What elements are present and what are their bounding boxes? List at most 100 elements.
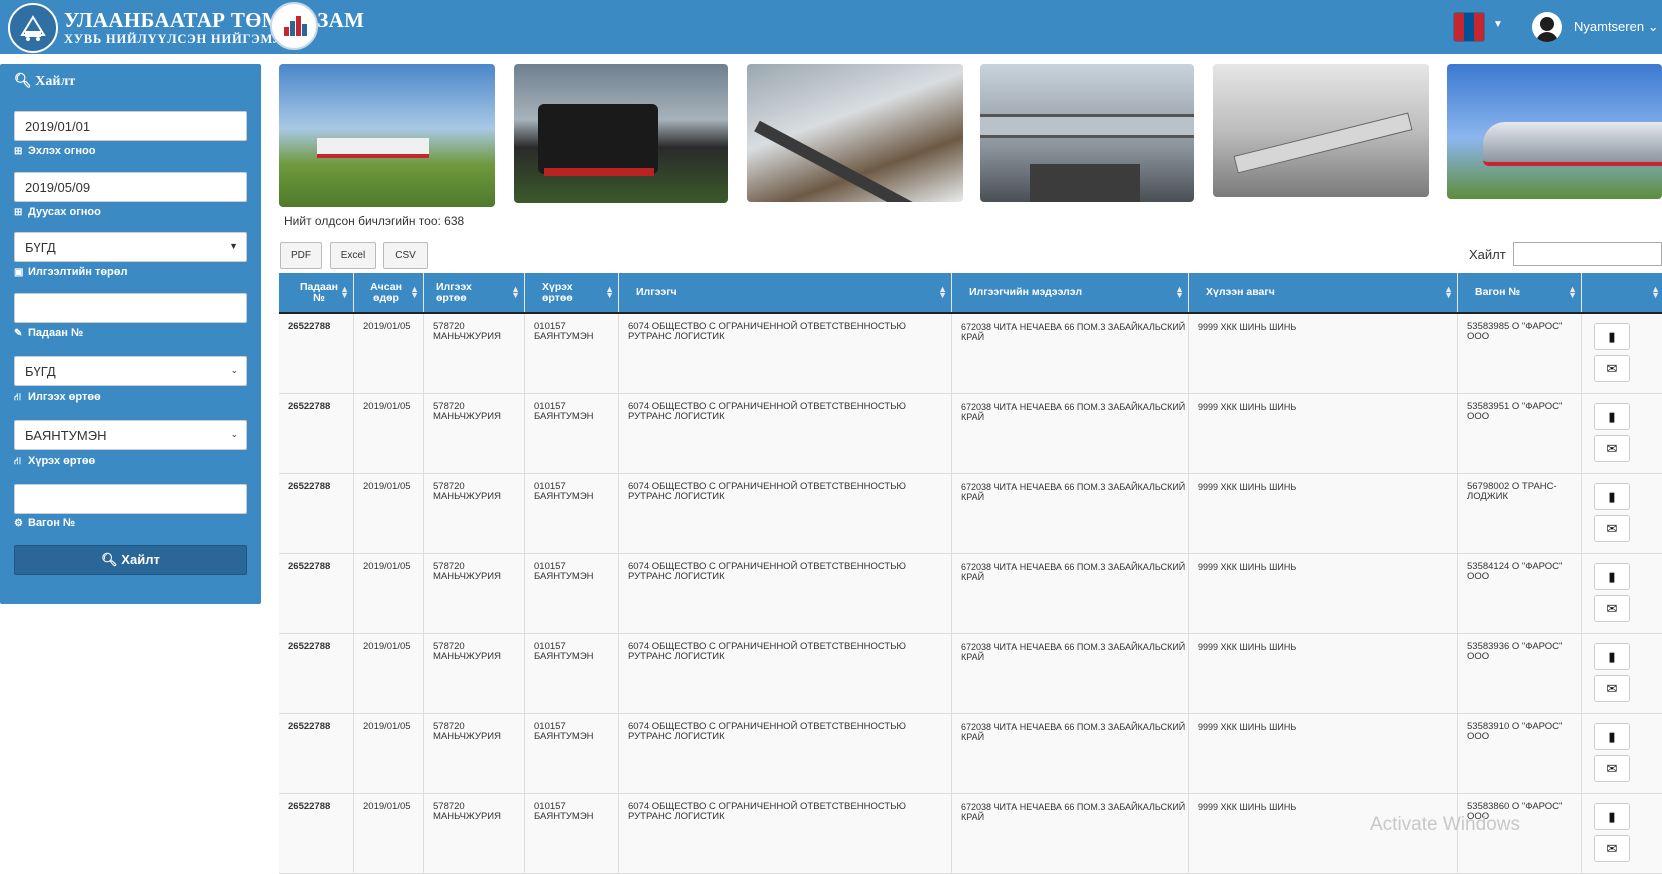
export-csv-button[interactable]: CSV — [383, 242, 428, 269]
caret-down-icon: ▼ — [229, 241, 238, 251]
table-row: 26522788 2019/01/05 578720 МАНЬЧЖУРИЯ 01015… — [279, 714, 1662, 794]
cell-to-station: 010157 БАЯНТУМЭН — [525, 314, 619, 394]
cell-wagon-no: 53583910 О "ФАРОС" ООО — [1458, 714, 1582, 794]
train-photo-6 — [1447, 64, 1662, 199]
envelope-icon[interactable]: ✉ — [1594, 595, 1630, 622]
table-header: Падаан № ▲ ▼ Ачсан өдөр ▲ ▼ Илгээх өртөө ▲ ▼ Х… — [279, 273, 1662, 314]
cell-from-station: 578720 МАНЬЧЖУРИЯ — [424, 474, 525, 554]
envelope-icon[interactable]: ✉ — [1594, 515, 1630, 542]
export-excel-button[interactable]: Excel — [330, 242, 376, 269]
document-icon[interactable]: ▮ — [1594, 723, 1630, 750]
cell-from-station: 578720 МАНЬЧЖУРИЯ — [424, 714, 525, 794]
to-station-label: ⛙ Хүрэх өртөө — [14, 455, 95, 469]
cell-receiver: 9999 ХКК ШИНЬ ШИНЬ — [1189, 314, 1458, 394]
cell-to-station: 010157 БАЯНТУМЭН — [525, 474, 619, 554]
cell-to-station: 010157 БАЯНТУМЭН — [525, 634, 619, 714]
col-header-text: Илгээгчийн мэдээлэл — [969, 286, 1082, 298]
cell-shipment-no: 26522788 — [279, 794, 354, 874]
col-header-actions[interactable]: ▲ ▼ — [1582, 273, 1662, 312]
cell-actions: ▮ ✉ — [1582, 314, 1662, 394]
result-count: Нийт олдсон бичлэгийн тоо: 638 — [284, 214, 465, 228]
user-menu[interactable]: Nyamtseren ⌄ — [1574, 19, 1659, 35]
start-date-label: ⊞ Эхлэх огноо — [14, 145, 95, 157]
envelope-icon[interactable]: ✉ — [1594, 755, 1630, 782]
document-icon[interactable]: ▮ — [1594, 403, 1630, 430]
cell-from-station: 578720 МАНЬЧЖУРИЯ — [424, 314, 525, 394]
cell-from-station: 578720 МАНЬЧЖУРИЯ — [424, 554, 525, 634]
cell-load-date: 2019/01/05 — [354, 314, 424, 394]
sort-icon: ▲ ▼ — [605, 284, 614, 300]
col-header-shipment-no[interactable]: Падаан № ▲ ▼ — [279, 273, 354, 312]
envelope-icon[interactable]: ✉ — [1594, 355, 1630, 382]
top-navbar: УЛААНБААТАР ТӨМӨР ЗАМ ХУВЬ НИЙЛҮҮЛСЭН НИ… — [0, 0, 1662, 54]
end-date-label-text: Дуусах огноо — [28, 206, 101, 218]
from-station-select[interactable]: БҮГД ⌄ — [14, 356, 247, 386]
table-row: 26522788 2019/01/05 578720 МАНЬЧЖУРИЯ 01015… — [279, 554, 1662, 634]
envelope-icon[interactable]: ✉ — [1594, 675, 1630, 702]
cell-actions: ▮ ✉ — [1582, 554, 1662, 634]
train-photo-3 — [747, 64, 963, 202]
railway-logo[interactable] — [8, 3, 58, 53]
train-photo-2 — [514, 64, 728, 203]
col-header-wagon-no[interactable]: Вагон № ▲ ▼ — [1458, 273, 1582, 312]
sort-icon: ▲ ▼ — [938, 284, 947, 300]
cell-shipment-no: 26522788 — [279, 634, 354, 714]
end-date-input[interactable]: 2019/05/09 — [14, 172, 247, 202]
start-date-input[interactable]: 2019/01/01 — [14, 111, 247, 141]
to-station-select[interactable]: БАЯНТУМЭН ⌄ — [14, 420, 247, 450]
activation-watermark: Activate Windows — [1370, 814, 1520, 835]
cell-wagon-no: 53583951 О "ФАРОС" ООО — [1458, 394, 1582, 474]
col-header-text: Падаан № — [299, 281, 339, 304]
shipment-no-input[interactable] — [14, 293, 247, 323]
cell-shipment-no: 26522788 — [279, 474, 354, 554]
cell-load-date: 2019/01/05 — [354, 474, 424, 554]
cell-from-station: 578720 МАНЬЧЖУРИЯ — [424, 634, 525, 714]
cell-actions: ▮ ✉ — [1582, 714, 1662, 794]
from-station-label-text: Илгээх өртөө — [28, 391, 101, 403]
cell-sender: 6074 ОБЩЕСТВО С ОГРАНИЧЕННОЙ ОТВЕТСТВЕНН… — [619, 314, 952, 394]
table-search-input[interactable] — [1513, 242, 1662, 266]
col-header-receiver[interactable]: Хүлээн авагч ▲ ▼ — [1189, 273, 1458, 312]
col-header-from-station[interactable]: Илгээх өртөө ▲ ▼ — [424, 273, 525, 312]
envelope-icon[interactable]: ✉ — [1594, 435, 1630, 462]
to-station-label-text: Хүрэх өртөө — [28, 455, 96, 467]
cell-from-station: 578720 МАНЬЧЖУРИЯ — [424, 794, 525, 874]
avatar[interactable] — [1532, 12, 1562, 42]
search-sidebar: 🔍︎ Хайлт 2019/01/01 ⊞ Эхлэх огноо 2019/05… — [0, 64, 261, 604]
chevron-down-icon[interactable]: ▼ — [1493, 19, 1503, 30]
cell-to-station: 010157 БАЯНТУМЭН — [525, 714, 619, 794]
cell-sender-info: 672038 ЧИТА НЕЧАЕВА 66 ПОМ.3 ЗАБАЙКАЛЬСК… — [952, 394, 1189, 474]
document-icon[interactable]: ▮ — [1594, 643, 1630, 670]
export-pdf-button[interactable]: PDF — [280, 242, 322, 269]
cell-load-date: 2019/01/05 — [354, 794, 424, 874]
cell-receiver: 9999 ХКК ШИНЬ ШИНЬ — [1189, 394, 1458, 474]
col-header-sender-info[interactable]: Илгээгчийн мэдээлэл ▲ ▼ — [952, 273, 1189, 312]
sender-type-select[interactable]: БҮГД ▼ — [14, 232, 247, 262]
brand-title: УЛААНБААТАР ТӨМӨР ЗАМ — [64, 8, 365, 32]
document-icon[interactable]: ▮ — [1594, 323, 1630, 350]
train-photo-5 — [1213, 64, 1429, 197]
cell-actions: ▮ ✉ — [1582, 394, 1662, 474]
document-icon[interactable]: ▮ — [1594, 803, 1630, 830]
cell-shipment-no: 26522788 — [279, 554, 354, 634]
col-header-load-date[interactable]: Ачсан өдөр ▲ ▼ — [354, 273, 424, 312]
language-flag-icon[interactable] — [1453, 12, 1485, 42]
cell-from-station: 578720 МАНЬЧЖУРИЯ — [424, 394, 525, 474]
wagon-no-input[interactable] — [14, 484, 247, 514]
col-header-sender[interactable]: Илгээгч ▲ ▼ — [619, 273, 952, 312]
cell-sender-info: 672038 ЧИТА НЕЧАЕВА 66 ПОМ.3 ЗАБАЙКАЛЬСК… — [952, 634, 1189, 714]
cell-wagon-no: 53584124 О "ФАРОС" ООО — [1458, 554, 1582, 634]
chevron-down-icon: ⌄ — [1647, 19, 1659, 34]
chevron-down-icon: ⌄ — [230, 365, 238, 375]
envelope-icon[interactable]: ✉ — [1594, 835, 1630, 862]
cell-to-station: 010157 БАЯНТУМЭН — [525, 394, 619, 474]
sidebar-title-text: Хайлт — [35, 74, 76, 89]
sender-type-label-text: Илгээлтийн төрөл — [28, 266, 128, 278]
col-header-to-station[interactable]: Хүрэх өртөө ▲ ▼ — [525, 273, 619, 312]
col-header-text: Вагон № — [1475, 286, 1521, 298]
search-button[interactable]: 🔍︎ Хайлт — [14, 545, 247, 575]
cell-sender: 6074 ОБЩЕСТВО С ОГРАНИЧЕННОЙ ОТВЕТСТВЕНН… — [619, 554, 952, 634]
shipment-no-label: ✎ Падаан № — [14, 327, 83, 339]
document-icon[interactable]: ▮ — [1594, 483, 1630, 510]
document-icon[interactable]: ▮ — [1594, 563, 1630, 590]
